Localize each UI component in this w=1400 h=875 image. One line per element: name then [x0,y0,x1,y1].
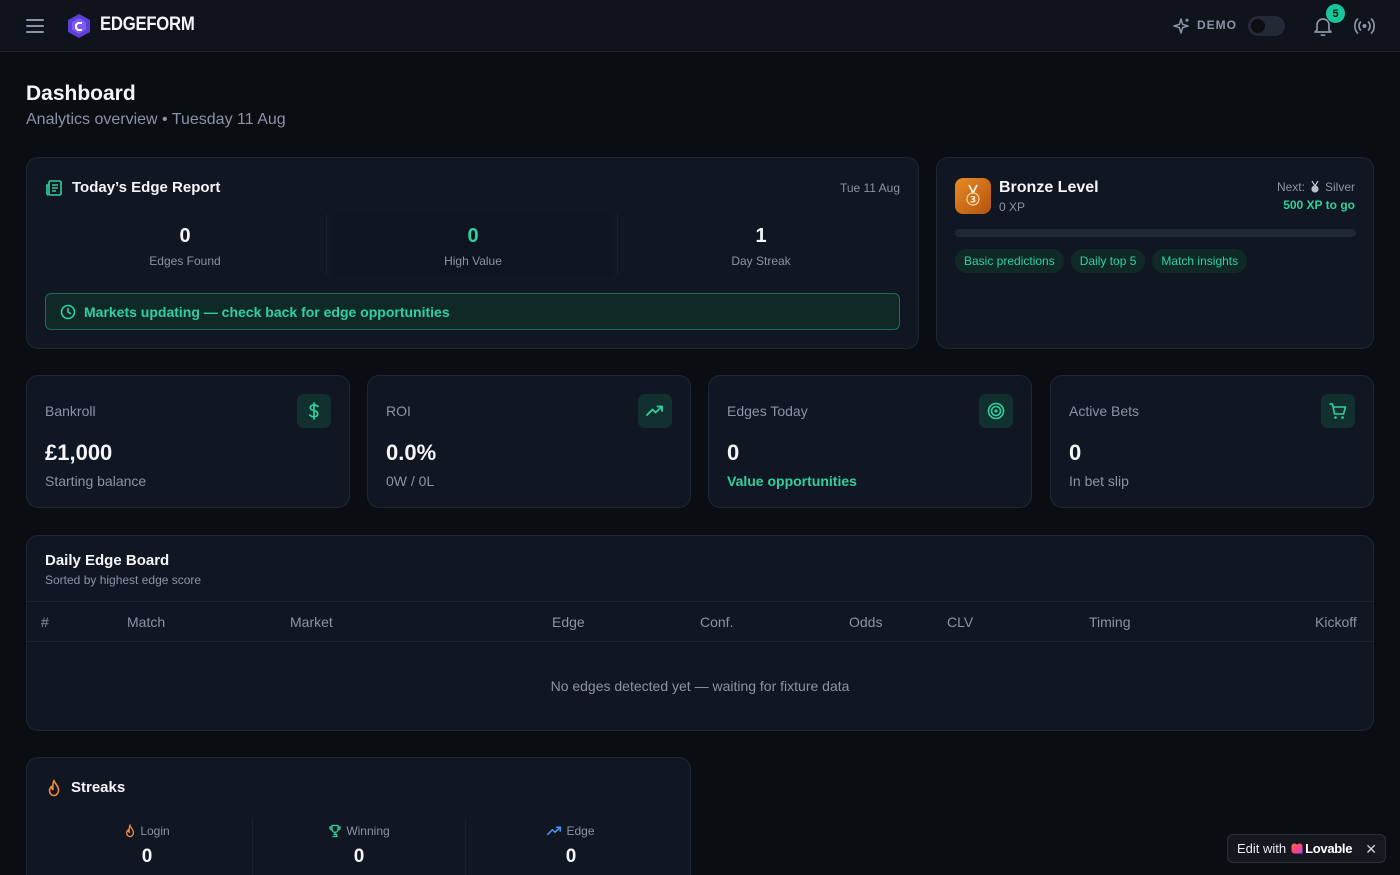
stat-label: Active Bets [1069,403,1140,419]
table-header: # Match Market Edge Conf. Odds CLV Timin… [27,601,1373,642]
lovable-brand: Lovable [1305,841,1353,856]
active-bets-sub: In bet slip [1069,473,1129,489]
roi-value: 0.0% [386,440,437,465]
bankroll-sub: Starting balance [45,473,147,489]
column-header-match[interactable]: Match [127,614,165,630]
divider [326,214,327,276]
level-card: 3 Bronze Level 0 XP Next: Silver 500 XP … [936,157,1374,349]
banner-text: Markets updating — check back for edge o… [84,304,450,320]
edit-with-label: Edit with [1237,841,1287,856]
svg-text:3: 3 [970,196,976,206]
brand-name[interactable]: EDGEFORM [100,14,195,36]
high-value-label: High Value [444,254,502,268]
edge-report-date: Tue 11 Aug [839,181,900,195]
flame-icon [124,824,136,838]
broadcast-icon[interactable] [1353,15,1376,37]
menu-icon[interactable] [24,16,46,36]
lovable-heart-icon [1291,843,1303,854]
active-bets-value: 0 [1069,440,1082,465]
streak-value: 0 [565,846,577,867]
stat-label: Bankroll [45,403,96,419]
perk-badge: Daily top 5 [1070,249,1146,273]
column-header-edge[interactable]: Edge [552,614,585,630]
dollar-icon [297,394,331,428]
high-value-stat: 0 High Value [333,214,613,276]
column-header-kickoff[interactable]: Kickoff [1315,614,1357,630]
daily-edge-board: Daily Edge Board Sorted by highest edge … [26,535,1374,731]
day-streak-value: 1 [755,225,767,247]
column-header-odds[interactable]: Odds [849,614,882,630]
roi-sub: 0W / 0L [386,473,435,489]
next-label: Next: [1276,180,1305,194]
edges-found-stat: 0 Edges Found [45,214,325,276]
edges-found-value: 0 [179,225,191,247]
bankroll-value: £1,000 [45,440,113,465]
streak-label: Winning [346,824,390,838]
newspaper-icon [45,179,63,197]
trophy-icon [328,824,342,838]
trending-up-icon [547,826,562,836]
streaks-title: Streaks [71,779,126,796]
board-title: Daily Edge Board [45,552,170,569]
stat-label: Edges Today [727,403,808,419]
medal-icon: 3 [955,178,991,214]
column-header-clv[interactable]: CLV [947,614,973,630]
perk-list: Basic predictions Daily top 5 Match insi… [955,249,1248,273]
column-header-market[interactable]: Market [290,614,333,630]
perk-badge: Match insights [1152,249,1248,273]
trending-up-icon [638,394,672,428]
edges-today-value: 0 [727,440,740,465]
target-icon [979,394,1013,428]
edit-with-lovable-badge[interactable]: Edit with Lovable ✕ [1227,834,1386,863]
streak-value: 0 [353,846,365,867]
level-xp: 0 XP [999,200,1026,214]
high-value-value: 0 [467,225,479,247]
column-header-confidence[interactable]: Conf. [700,614,733,630]
edge-report-title: Today’s Edge Report [72,179,221,196]
page-subtitle: Analytics overview • Tuesday 11 Aug [26,111,286,128]
toggle-knob [1251,19,1265,33]
markets-updating-banner: Markets updating — check back for edge o… [45,293,900,330]
next-level: Next: Silver [1277,180,1355,194]
perk-badge: Basic predictions [955,249,1064,273]
xp-to-go: 500 XP to go [1283,198,1355,212]
page-title: Dashboard [26,82,136,105]
edges-today-card: Edges Today 0 Value opportunities [708,375,1032,508]
column-header-timing[interactable]: Timing [1089,614,1131,630]
streak-label: Edge [566,824,595,838]
level-title: Bronze Level [999,179,1099,196]
day-streak-stat: 1 Day Streak [621,214,901,276]
flame-icon [46,779,62,797]
xp-progress-bar [955,229,1356,237]
next-level-name: Silver [1324,180,1355,194]
logo-icon[interactable] [66,13,92,39]
edge-report-card: Today’s Edge Report Tue 11 Aug 0 Edges F… [26,157,919,349]
bankroll-card: Bankroll £1,000 Starting balance [26,375,350,508]
notification-badge[interactable]: 5 [1326,4,1345,23]
top-bar: EDGEFORM DEMO 5 [0,0,1400,52]
streak-value: 0 [141,846,153,867]
edge-streak: Edge 0 [465,824,677,868]
edges-found-label: Edges Found [149,254,221,268]
login-streak: Login 0 [41,824,253,868]
demo-toggle[interactable] [1248,16,1285,36]
empty-state: No edges detected yet — waiting for fixt… [550,678,850,694]
active-bets-card: Active Bets 0 In bet slip [1050,375,1374,508]
close-icon[interactable]: ✕ [1365,841,1377,858]
streaks-card: Streaks Login 0 Winning 0 Edge 0 [26,757,691,875]
clock-icon [60,304,76,320]
day-streak-label: Day Streak [731,254,791,268]
cart-icon [1321,394,1355,428]
stat-label: ROI [386,403,411,419]
sparkle-icon [1172,17,1191,36]
demo-label: DEMO [1197,18,1237,32]
board-subtitle: Sorted by highest edge score [45,573,202,587]
streak-label: Login [140,824,170,838]
column-header-rank[interactable]: # [41,614,49,630]
winning-streak: Winning 0 [253,824,465,868]
roi-card: ROI 0.0% 0W / 0L [367,375,691,508]
edges-today-sub: Value opportunities [727,473,857,489]
silver-medal-icon [1309,180,1321,194]
divider [617,214,618,276]
